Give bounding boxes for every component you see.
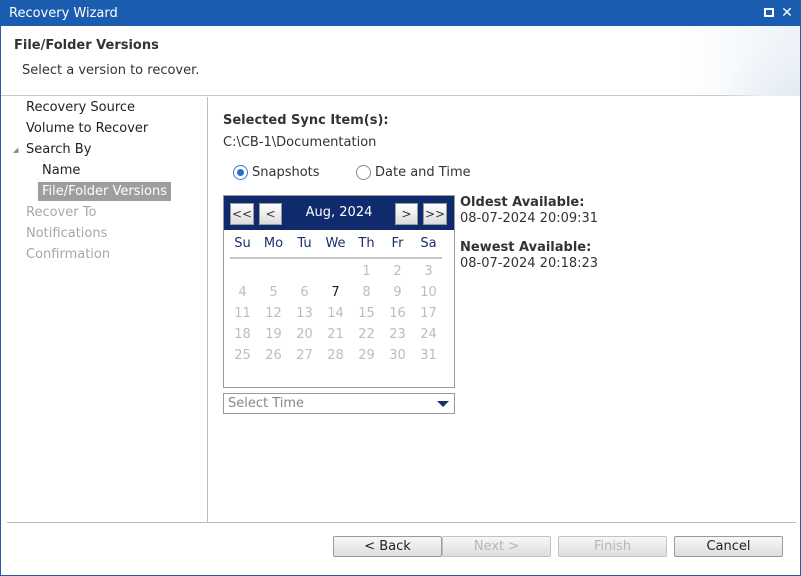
nav-item-notifications: Notifications [26,226,108,241]
date-calendar: << < Aug, 2024 > >> Su Mo Tu We Th Fr Sa 12345… [223,195,455,388]
calendar-divider [230,257,442,259]
radio-snapshots-indicator[interactable] [233,165,248,180]
nav-item-confirmation: Confirmation [26,247,111,262]
wizard-steps-nav: Recovery Source Volume to Recover ◢ Sear… [7,97,208,522]
weekday-label: Sa [420,236,437,251]
calendar-day: 25 [234,348,251,363]
calendar-day: 22 [358,327,375,342]
next-button: Next > [442,536,551,557]
calendar-day: 23 [389,327,406,342]
weekday-label: We [325,236,346,251]
calendar-day: 16 [389,306,406,321]
finish-button: Finish [558,536,667,557]
page-title: File/Folder Versions [14,38,159,53]
maximize-icon [764,8,774,17]
selected-item-path: C:\CB-1\Documentation [223,135,377,150]
calendar-day: 21 [327,327,344,342]
calendar-day: 17 [420,306,437,321]
calendar-day: 20 [296,327,313,342]
calendar-day: 26 [265,348,282,363]
cancel-button[interactable]: Cancel [674,536,783,557]
weekday-label: Su [234,236,251,251]
calendar-day: 13 [296,306,313,321]
calendar-day[interactable]: 7 [320,285,351,300]
calendar-day: 29 [358,348,375,363]
calendar-day: 2 [393,264,402,279]
calendar-day: 30 [389,348,406,363]
calendar-day: 5 [269,285,278,300]
next-month-button[interactable]: > [395,203,418,225]
newest-available-label: Newest Available: [460,240,592,255]
calendar-day: 28 [327,348,344,363]
main-content: Selected Sync Item(s): C:\CB-1\Documenta… [209,97,800,522]
maximize-button[interactable] [761,5,777,21]
nav-item-recovery-source[interactable]: Recovery Source [26,100,135,115]
next-year-button[interactable]: >> [423,203,447,225]
expand-triangle-icon[interactable]: ◢ [13,146,18,154]
calendar-day: 14 [327,306,344,321]
radio-date-and-time[interactable]: Date and Time [356,165,471,180]
calendar-day: 15 [358,306,375,321]
chevron-down-icon [437,401,449,407]
page-subtitle: Select a version to recover. [22,63,200,78]
nav-item-recover-to: Recover To [26,205,97,220]
oldest-available-label: Oldest Available: [460,195,585,210]
time-select-dropdown[interactable]: Select Time [223,393,455,414]
radio-snapshots[interactable]: Snapshots [233,165,320,180]
weekday-label: Th [358,236,375,251]
calendar-day: 3 [424,264,433,279]
nav-item-file-folder-versions[interactable]: File/Folder Versions [38,182,172,201]
weekday-label: Fr [391,236,404,251]
back-button[interactable]: < Back [333,536,442,557]
calendar-day: 24 [420,327,437,342]
calendar-day: 31 [420,348,437,363]
calendar-day: 6 [300,285,309,300]
title-bar[interactable]: Recovery Wizard ✕ [1,1,800,26]
calendar-day: 1 [362,264,371,279]
calendar-day: 8 [362,285,371,300]
calendar-day: 18 [234,327,251,342]
calendar-day: 12 [265,306,282,321]
calendar-day: 4 [238,285,247,300]
wizard-header: File/Folder Versions Select a version to… [1,26,800,96]
weekday-label: Tu [297,236,312,251]
selected-items-label: Selected Sync Item(s): [223,113,389,128]
radio-date-and-time-label: Date and Time [375,165,471,180]
recovery-wizard-window: Recovery Wizard ✕ File/Folder Versions S… [0,0,801,576]
calendar-day: 10 [420,285,437,300]
header-decoration [720,26,800,96]
time-select-placeholder: Select Time [228,396,305,411]
calendar-day: 27 [296,348,313,363]
prev-year-button[interactable]: << [230,203,254,225]
radio-snapshots-label: Snapshots [252,165,320,180]
close-button[interactable]: ✕ [779,5,795,21]
nav-item-volume-to-recover[interactable]: Volume to Recover [26,121,148,136]
oldest-available-value: 08-07-2024 20:09:31 [460,211,599,226]
calendar-month-label: Aug, 2024 [305,205,373,220]
calendar-day: 11 [234,306,251,321]
footer-divider [7,522,796,523]
window-title: Recovery Wizard [9,6,118,21]
weekday-label: Mo [263,236,284,251]
prev-month-button[interactable]: < [259,203,282,225]
calendar-header: << < Aug, 2024 > >> [224,196,454,230]
nav-item-search-by[interactable]: Search By [26,142,91,157]
calendar-day: 19 [265,327,282,342]
radio-date-and-time-indicator[interactable] [356,165,371,180]
close-icon: ✕ [781,5,793,21]
calendar-day: 9 [393,285,402,300]
nav-item-name[interactable]: Name [42,163,80,178]
newest-available-value: 08-07-2024 20:18:23 [460,256,599,271]
